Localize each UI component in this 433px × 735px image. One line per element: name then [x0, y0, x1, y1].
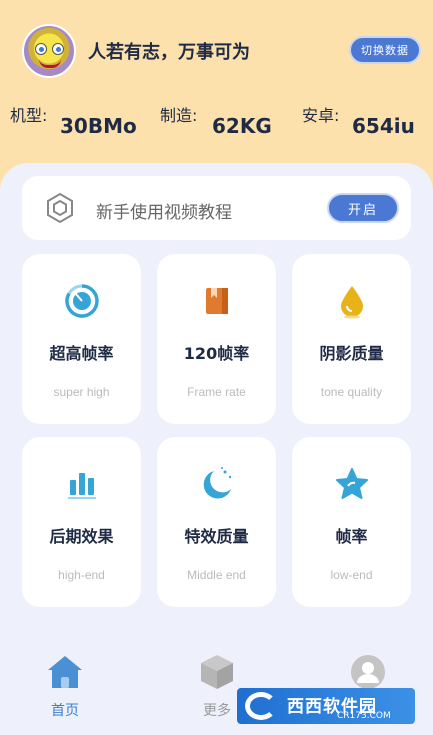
timer-icon: [63, 282, 101, 320]
tutorial-bar[interactable]: 新手使用视频教程 开启: [22, 176, 411, 240]
open-button[interactable]: 开启: [327, 193, 399, 223]
avatar-eye-right: [52, 43, 64, 55]
card-title: 阴影质量: [319, 344, 384, 363]
star-icon: [333, 465, 371, 503]
card-title: 帧率: [335, 527, 368, 546]
watermark-c-icon: [245, 692, 277, 720]
tutorial-text: 新手使用视频教程: [96, 203, 232, 223]
card-title: 超高帧率: [49, 344, 114, 363]
droplet-icon: [333, 282, 371, 320]
avatar-eye-left: [35, 43, 47, 55]
stat-make-value: 62KG: [212, 114, 272, 138]
stat-make-label: 制造:: [160, 106, 198, 125]
moon-icon: [198, 465, 236, 503]
header: 人若有志，万事可为 切换数据 机型: 30BMo 制造: 62KG 安卓: 65…: [0, 0, 433, 175]
bar-chart-icon: [63, 465, 101, 503]
stat-android-label: 安卓:: [302, 106, 340, 125]
hexagon-icon: [47, 192, 73, 224]
watermark-sub: CR173.COM: [337, 711, 391, 721]
book-icon: [198, 282, 236, 320]
tab-profile[interactable]: [328, 652, 408, 692]
card-title: 特效质量: [184, 527, 249, 546]
card-subtitle: high-end: [58, 568, 105, 582]
card-title: 后期效果: [49, 527, 114, 546]
stat-android-value: 654iu: [352, 114, 415, 138]
avatar-mouth: [39, 59, 61, 68]
home-icon: [25, 652, 105, 692]
card-120-fps[interactable]: 120帧率 Frame rate: [157, 254, 276, 424]
card-effects-quality[interactable]: 特效质量 Middle end: [157, 437, 276, 607]
card-subtitle: tone quality: [320, 385, 383, 399]
motto-text: 人若有志，万事可为: [88, 42, 250, 63]
user-icon: [328, 652, 408, 692]
stat-model-label: 机型:: [10, 106, 48, 125]
stat-model-value: 30BMo: [60, 114, 137, 138]
watermark-logo: 西西软件园 CR173.COM: [237, 688, 415, 724]
tab-home[interactable]: 首页: [25, 652, 105, 720]
card-subtitle: super high: [53, 385, 110, 399]
card-subtitle: Middle end: [187, 568, 246, 582]
avatar[interactable]: [22, 24, 76, 78]
card-subtitle: low-end: [330, 568, 373, 582]
card-subtitle: Frame rate: [187, 385, 246, 399]
card-title: 120帧率: [183, 344, 250, 363]
card-post-effects[interactable]: 后期效果 high-end: [22, 437, 141, 607]
card-shadow-quality[interactable]: 阴影质量 tone quality: [292, 254, 411, 424]
card-fps[interactable]: 帧率 low-end: [292, 437, 411, 607]
cube-icon: [177, 652, 257, 692]
card-super-high-fps[interactable]: 超高帧率 super high: [22, 254, 141, 424]
tab-home-label: 首页: [51, 703, 79, 719]
switch-data-button[interactable]: 切换数据: [349, 36, 421, 64]
